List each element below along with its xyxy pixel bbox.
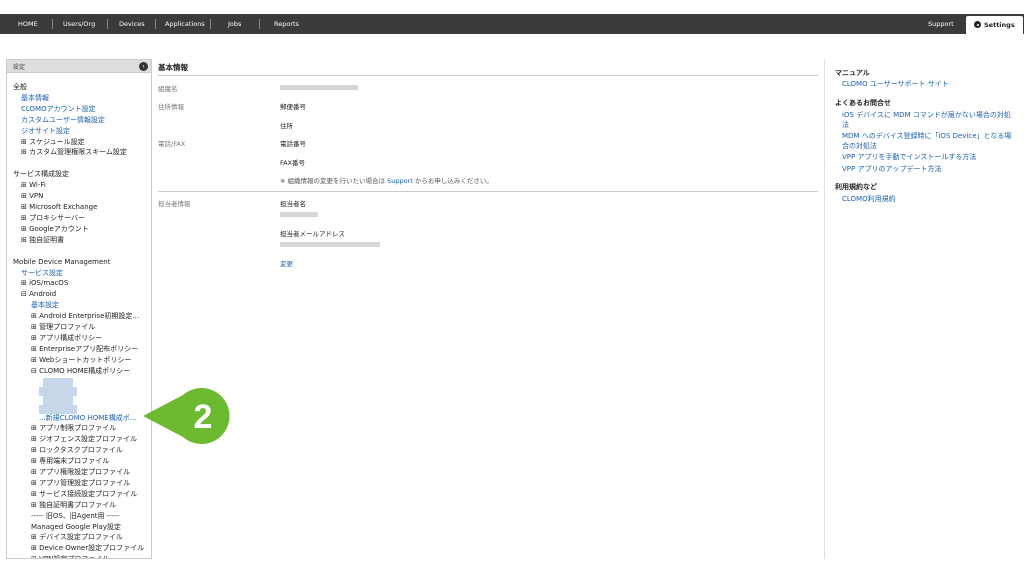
support-site-link[interactable]: CLOMO ユーザーサポート サイト	[842, 79, 1014, 89]
sidebar-item[interactable]: ⊞ VPN設定プロファイル	[31, 554, 109, 558]
sidebar-item[interactable]: カスタムユーザー情報設定	[21, 115, 105, 125]
sidebar-item[interactable]: ⊟ Android	[21, 289, 56, 299]
address-field-label: 住所	[280, 122, 293, 130]
sidebar-item[interactable]: ⊞ Googleアカウント	[21, 224, 89, 234]
sidebar-item[interactable]: ⊞ Device Owner設定プロファイル	[31, 543, 144, 553]
sidebar-item[interactable]: ⊞ アプリ制限プロファイル	[31, 423, 116, 433]
sidebar-item[interactable]: ⊞ Microsoft Exchange	[21, 202, 97, 212]
sidebar-item[interactable]: ⊞ ロックタスクプロファイル	[31, 445, 123, 455]
terms-link[interactable]: CLOMO利用規約	[842, 194, 1014, 204]
redacted-policy-item[interactable]	[39, 386, 77, 396]
faq-link[interactable]: MDM へのデバイス登録時に「iOS Device」となる場合の対処法	[842, 131, 1014, 151]
faq-link[interactable]: iOS デバイスに MDM コマンドが届かない場合の対処法	[842, 110, 1014, 130]
support-note: ※ 組織情報の変更を行いたい場合は Support からお申し込みください。	[280, 177, 493, 185]
contact-name-value-redacted	[280, 212, 318, 217]
sidebar-item[interactable]: ⊞ 専用端末プロファイル	[31, 456, 109, 466]
sidebar-item[interactable]: ⊞ サービス接続設定プロファイル	[31, 489, 137, 499]
nav-separator	[259, 19, 260, 29]
sidebar-item[interactable]: 基本設定	[31, 300, 59, 310]
fax-number-label: FAX番号	[280, 159, 306, 167]
faq-heading: よくあるお問合せ	[835, 99, 891, 107]
sidebar-item[interactable]: ⊞ デバイス設定プロファイル	[31, 532, 123, 542]
sidebar-item[interactable]: ⊞ 管理プロファイル	[31, 322, 95, 332]
top-nav-bar: HOME Users/Org Devices Applications Jobs…	[0, 14, 1024, 34]
sidebar-header: 設定 ‹	[7, 60, 151, 73]
sidebar-item[interactable]: ⊞ カスタム管理権限スキーム設定	[21, 147, 127, 157]
nav-settings-tab[interactable]: Settings	[966, 16, 1023, 34]
sidebar-item[interactable]: ⊞ アプリ権限設定プロファイル	[31, 467, 130, 477]
support-link[interactable]: Support	[387, 177, 413, 185]
nav-users-org[interactable]: Users/Org	[53, 14, 105, 34]
contact-info-label: 担当者情報	[158, 200, 191, 208]
contact-email-label: 担当者メールアドレス	[280, 230, 345, 238]
contact-name-label: 担当者名	[280, 200, 306, 208]
faq-link[interactable]: VPP アプリを手動でインストールする方法	[842, 152, 1014, 162]
redacted-policy-item[interactable]	[43, 377, 73, 387]
address-label: 住所情報	[158, 103, 184, 111]
nav-separator	[107, 19, 108, 29]
sidebar-item[interactable]: ⊞ Webショートカットポリシー	[31, 355, 131, 365]
sidebar-item[interactable]: ⊟ CLOMO HOME構成ポリシー	[31, 366, 130, 376]
sidebar-item[interactable]: ⊞ iOS/macOS	[21, 278, 68, 288]
sidebar-section-heading: サービス構成設定	[13, 170, 69, 179]
phone-number-label: 電話番号	[280, 140, 306, 148]
sidebar-item[interactable]: CLOMOアカウント設定	[21, 104, 96, 114]
page-title: 基本情報	[158, 63, 188, 72]
sidebar-item[interactable]: ⊞ Wi-Fi	[21, 180, 46, 190]
postal-code-label: 郵便番号	[280, 103, 306, 111]
sidebar-item[interactable]: ⊞ 独自証明書プロファイル	[31, 500, 116, 510]
sidebar-item[interactable]: ⊞ 独自証明書	[21, 235, 64, 245]
org-name-value-redacted	[280, 85, 358, 90]
gear-icon	[974, 21, 981, 28]
sidebar-item[interactable]: ⊞ プロキシサーバー	[21, 213, 85, 223]
sidebar-section-heading: Mobile Device Management	[13, 257, 111, 266]
help-panel: マニュアル CLOMO ユーザーサポート サイト よくあるお問合せ iOS デバ…	[824, 59, 1020, 559]
sidebar-item[interactable]: ----- 旧OS、旧Agent用 -----	[31, 511, 119, 521]
org-name-label: 組織名	[158, 85, 178, 93]
divider	[158, 191, 818, 192]
sidebar-item[interactable]: ⊞ アプリ管理設定プロファイル	[31, 478, 130, 488]
redacted-policy-item[interactable]	[43, 395, 73, 405]
sidebar-item[interactable]: ⊞ Android Enterprise初期設定...	[31, 311, 139, 321]
callout-number: 2	[194, 398, 213, 436]
nav-jobs[interactable]: Jobs	[218, 14, 251, 34]
sidebar-item[interactable]: ジオサイト設定	[21, 126, 70, 136]
sidebar-item[interactable]: ⊞ アプリ構成ポリシー	[31, 333, 102, 343]
phone-fax-label: 電話/FAX	[158, 140, 186, 148]
nav-devices[interactable]: Devices	[109, 14, 155, 34]
sidebar-item[interactable]: サービス設定	[21, 268, 63, 278]
divider	[158, 75, 818, 76]
terms-heading: 利用規約など	[835, 183, 877, 191]
sidebar-item[interactable]: ⊞ スケジュール設定	[21, 137, 85, 147]
manual-heading: マニュアル	[835, 69, 870, 77]
sidebar-section-heading: 全般	[13, 83, 27, 91]
nav-reports[interactable]: Reports	[264, 14, 309, 34]
nav-applications[interactable]: Applications	[155, 14, 215, 34]
settings-label: Settings	[984, 21, 1015, 29]
nav-separator	[210, 19, 211, 29]
sidebar-item[interactable]: ...新規CLOMO HOME構成ポ...	[39, 413, 136, 423]
collapse-icon[interactable]: ‹	[139, 62, 148, 71]
nav-home[interactable]: HOME	[8, 14, 48, 34]
sidebar-item[interactable]: Managed Google Play設定	[31, 522, 121, 532]
sidebar-item[interactable]: ⊞ VPN	[21, 191, 43, 201]
sidebar-item[interactable]: 基本情報	[21, 93, 49, 103]
sidebar-title: 設定	[13, 64, 26, 71]
step-callout-badge: 2	[143, 388, 230, 444]
nav-support[interactable]: Support	[918, 14, 964, 34]
contact-email-value-redacted	[280, 242, 380, 247]
sidebar-item[interactable]: ⊞ ジオフェンス設定プロファイル	[31, 434, 137, 444]
change-link[interactable]: 変更	[280, 258, 293, 268]
settings-sidebar: 設定 ‹ 全般基本情報 CLOMOアカウント設定 カスタムユーザー情報設定 ジオサイト…	[6, 59, 152, 559]
faq-link[interactable]: VPP アプリのアップデート方法	[842, 164, 1014, 174]
sidebar-item[interactable]: ⊞ Enterpriseアプリ配布ポリシー	[31, 344, 138, 354]
